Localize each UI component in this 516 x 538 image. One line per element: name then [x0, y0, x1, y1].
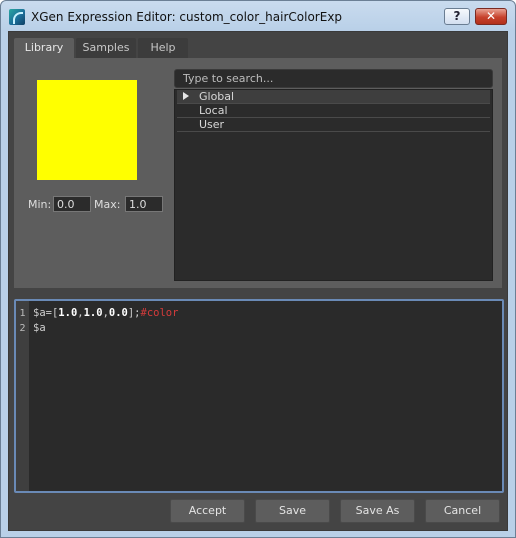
tab-help[interactable]: Help	[138, 38, 188, 58]
code-comment: #color	[140, 307, 179, 319]
save-as-button[interactable]: Save As	[340, 499, 415, 523]
code-number: 1.0	[83, 307, 103, 319]
tree-item-label: Global	[199, 90, 235, 103]
code-token: ];	[127, 307, 141, 319]
tree-item-label: Local	[199, 104, 228, 117]
code-line-2: $a	[33, 322, 46, 334]
code-number: 0.0	[108, 307, 128, 319]
code-token: $a=[	[33, 307, 59, 319]
tree-item-global[interactable]: Global	[177, 90, 490, 104]
save-button[interactable]: Save	[255, 499, 330, 523]
code-number: 1.0	[58, 307, 78, 319]
code-text[interactable]: $a=[1.0,1.0,0.0];#color $a	[33, 306, 498, 336]
code-editor[interactable]: 1 2 $a=[1.0,1.0,0.0];#color $a	[14, 299, 504, 493]
code-line-1: $a=[1.0,1.0,0.0];#color	[33, 306, 498, 321]
color-swatch[interactable]	[37, 80, 137, 180]
expression-editor-window: XGen Expression Editor: custom_color_hai…	[0, 0, 516, 538]
editor-client-area: Library Samples Help Min: Max: Global Lo…	[8, 31, 508, 531]
tree-item-label: User	[199, 118, 225, 131]
help-button[interactable]: ?	[444, 8, 470, 25]
search-input[interactable]	[174, 69, 493, 88]
expand-triangle-icon[interactable]	[183, 92, 189, 100]
cancel-button[interactable]: Cancel	[425, 499, 500, 523]
library-panel: Min: Max: Global Local User	[14, 58, 502, 288]
tab-library[interactable]: Library	[14, 38, 74, 58]
title-bar[interactable]: XGen Expression Editor: custom_color_hai…	[1, 1, 515, 31]
tree-item-local[interactable]: Local	[177, 104, 490, 118]
line-number-gutter: 1 2	[16, 301, 29, 491]
xgen-app-icon	[9, 9, 25, 25]
close-button[interactable]: ✕	[475, 8, 507, 25]
library-tree: Global Local User	[174, 89, 493, 281]
accept-button[interactable]: Accept	[170, 499, 245, 523]
line-number: 1	[19, 308, 26, 319]
tree-item-user[interactable]: User	[177, 118, 490, 132]
min-field[interactable]	[53, 196, 91, 212]
max-field[interactable]	[125, 196, 163, 212]
tab-samples[interactable]: Samples	[76, 38, 136, 58]
min-label: Min:	[28, 198, 52, 211]
line-number: 2	[19, 323, 26, 334]
window-title: XGen Expression Editor: custom_color_hai…	[31, 10, 343, 24]
max-label: Max:	[94, 198, 121, 211]
